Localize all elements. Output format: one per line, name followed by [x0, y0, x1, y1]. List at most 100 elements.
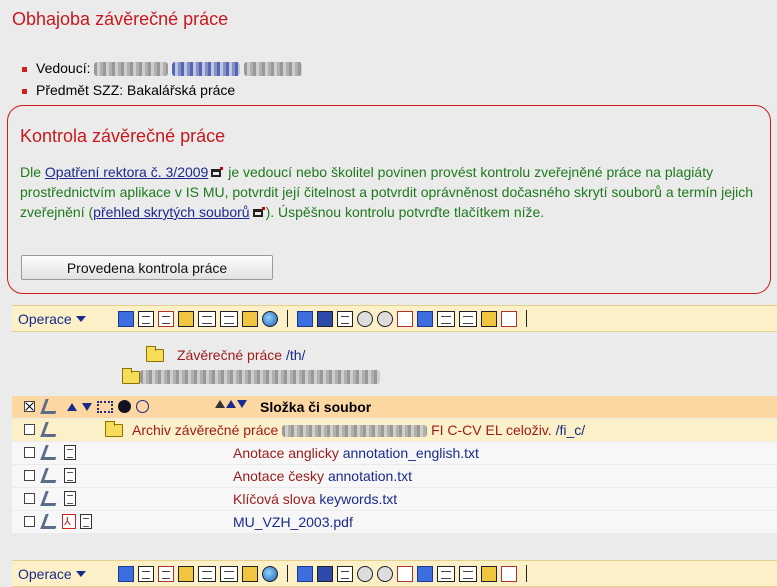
- grid-icon[interactable]: [97, 400, 113, 413]
- wrench-icon[interactable]: [40, 491, 61, 506]
- check-text-1: Dle: [20, 164, 45, 180]
- file-link[interactable]: Anotace anglicky annotation_english.txt: [233, 442, 479, 464]
- operations-label: Operace: [18, 565, 72, 582]
- copy-icon[interactable]: [459, 565, 477, 582]
- toolbar-group-1: [118, 310, 278, 327]
- defense-title: Obhajoba závěrečné práce: [12, 9, 229, 29]
- globe-icon[interactable]: [262, 565, 278, 582]
- row-checkbox[interactable]: [24, 424, 35, 435]
- help-icon[interactable]: [501, 310, 517, 327]
- edit-icon[interactable]: [337, 565, 353, 582]
- tree-folder-theses-path: /th/: [285, 347, 306, 363]
- globe-icon[interactable]: [262, 310, 278, 327]
- mask-icon[interactable]: [397, 310, 413, 327]
- wrench-icon[interactable]: [40, 422, 61, 437]
- copy-icon[interactable]: [459, 310, 477, 327]
- move-icon[interactable]: [242, 310, 258, 327]
- sort-numeric-icon[interactable]: [417, 565, 433, 582]
- edit-icon[interactable]: [337, 310, 353, 327]
- table-row: Anotace česky annotation.txt: [12, 465, 777, 487]
- gears-icon[interactable]: [377, 310, 393, 327]
- regulation-link[interactable]: Opatření rektora č. 3/2009: [45, 164, 208, 180]
- operations-toolbar-bottom: Operace: [12, 560, 777, 587]
- archive-label: Archiv závěrečné práce: [132, 422, 279, 438]
- copy-icon[interactable]: [437, 565, 455, 582]
- copy-selected-icon[interactable]: [297, 565, 313, 582]
- tree-folder-theses-label: Závěrečné práce: [177, 347, 283, 363]
- copy-icon[interactable]: [220, 565, 238, 582]
- sort-by-name-controls: [215, 400, 247, 408]
- file-link[interactable]: Klíčová slova keywords.txt: [233, 488, 397, 510]
- wrench-icon[interactable]: [40, 445, 61, 460]
- collapse-icon[interactable]: [118, 310, 134, 327]
- toolbar-separator: [287, 565, 288, 582]
- new-folder-icon[interactable]: [178, 565, 194, 582]
- operations-menu-button[interactable]: Operace: [12, 306, 118, 331]
- file-name: annotation.txt: [327, 468, 413, 484]
- text-file-icon: [64, 491, 76, 506]
- upload-icon[interactable]: [481, 310, 497, 327]
- wrench-icon[interactable]: [40, 514, 61, 529]
- copy-icon[interactable]: [220, 310, 238, 327]
- archive-link[interactable]: Archiv závěrečné práce FI C-CV EL celoži…: [132, 419, 585, 441]
- gears-icon[interactable]: [377, 565, 393, 582]
- sort-controls: [67, 400, 149, 413]
- sort-up-icon[interactable]: [226, 400, 236, 408]
- new-file-icon[interactable]: [138, 565, 154, 582]
- new-file-star-icon[interactable]: [158, 565, 174, 582]
- file-label: Klíčová slova: [233, 491, 316, 507]
- operations-label: Operace: [18, 310, 72, 327]
- copy-icon[interactable]: [437, 310, 455, 327]
- archive-path: /fi_c/: [555, 422, 586, 438]
- copy-icon[interactable]: [198, 565, 216, 582]
- archive-name-redacted: [282, 425, 428, 438]
- select-all-checkbox[interactable]: [24, 401, 35, 412]
- subject-item: Předmět SZZ: Bakalářská práce: [22, 79, 302, 101]
- hourglass-icon[interactable]: [136, 400, 149, 413]
- row-checkbox[interactable]: [24, 493, 35, 504]
- collapse-icon[interactable]: [118, 565, 134, 582]
- thesis-check-panel: Kontrola závěrečné práce Dle Opatření re…: [7, 105, 771, 294]
- sort-up-icon[interactable]: [215, 400, 225, 408]
- settings-icon[interactable]: [357, 565, 373, 582]
- chevron-down-icon: [75, 570, 86, 577]
- pdf-icon: [62, 511, 76, 533]
- help-icon[interactable]: [501, 565, 517, 582]
- sort-down-icon[interactable]: [237, 400, 247, 408]
- trash-icon[interactable]: [317, 310, 333, 327]
- supervisor-link-redacted[interactable]: [172, 62, 241, 77]
- new-file-star-icon[interactable]: [158, 310, 174, 327]
- tree-folder-theses[interactable]: Závěrečné práce /th/: [177, 344, 305, 366]
- file-link[interactable]: MU_VZH_2003.pdf: [233, 511, 353, 533]
- folder-up-icon: [105, 421, 123, 437]
- copy-icon[interactable]: [198, 310, 216, 327]
- settings-icon[interactable]: [357, 310, 373, 327]
- file-name: MU_VZH_2003.pdf: [233, 514, 353, 530]
- check-done-button[interactable]: Provedena kontrola práce: [21, 255, 273, 280]
- column-header-name[interactable]: Složka či soubor: [260, 396, 371, 418]
- file-link[interactable]: Anotace česky annotation.txt: [233, 465, 412, 487]
- move-icon[interactable]: [242, 565, 258, 582]
- sort-down-icon[interactable]: [82, 402, 92, 411]
- supervisor-name-redacted: [94, 62, 169, 77]
- hidden-files-link[interactable]: přehled skrytých souborů: [93, 204, 249, 220]
- bomb-icon[interactable]: [118, 400, 131, 413]
- student-folder-redacted[interactable]: [140, 370, 380, 384]
- row-checkbox[interactable]: [24, 470, 35, 481]
- copy-selected-icon[interactable]: [297, 310, 313, 327]
- toolbar-separator: [287, 310, 288, 327]
- new-folder-icon[interactable]: [178, 310, 194, 327]
- sort-numeric-icon[interactable]: [417, 310, 433, 327]
- trash-icon[interactable]: [317, 565, 333, 582]
- new-file-icon[interactable]: [138, 310, 154, 327]
- sort-up-icon[interactable]: [67, 402, 77, 411]
- wrench-icon[interactable]: [40, 468, 61, 483]
- row-checkbox[interactable]: [24, 516, 35, 527]
- mask-icon[interactable]: [397, 565, 413, 582]
- external-window-icon[interactable]: [252, 207, 265, 218]
- upload-icon[interactable]: [481, 565, 497, 582]
- toolbar-group-2: [297, 310, 517, 327]
- row-checkbox[interactable]: [24, 447, 35, 458]
- operations-menu-button[interactable]: Operace: [12, 561, 118, 586]
- external-window-icon[interactable]: [211, 167, 224, 178]
